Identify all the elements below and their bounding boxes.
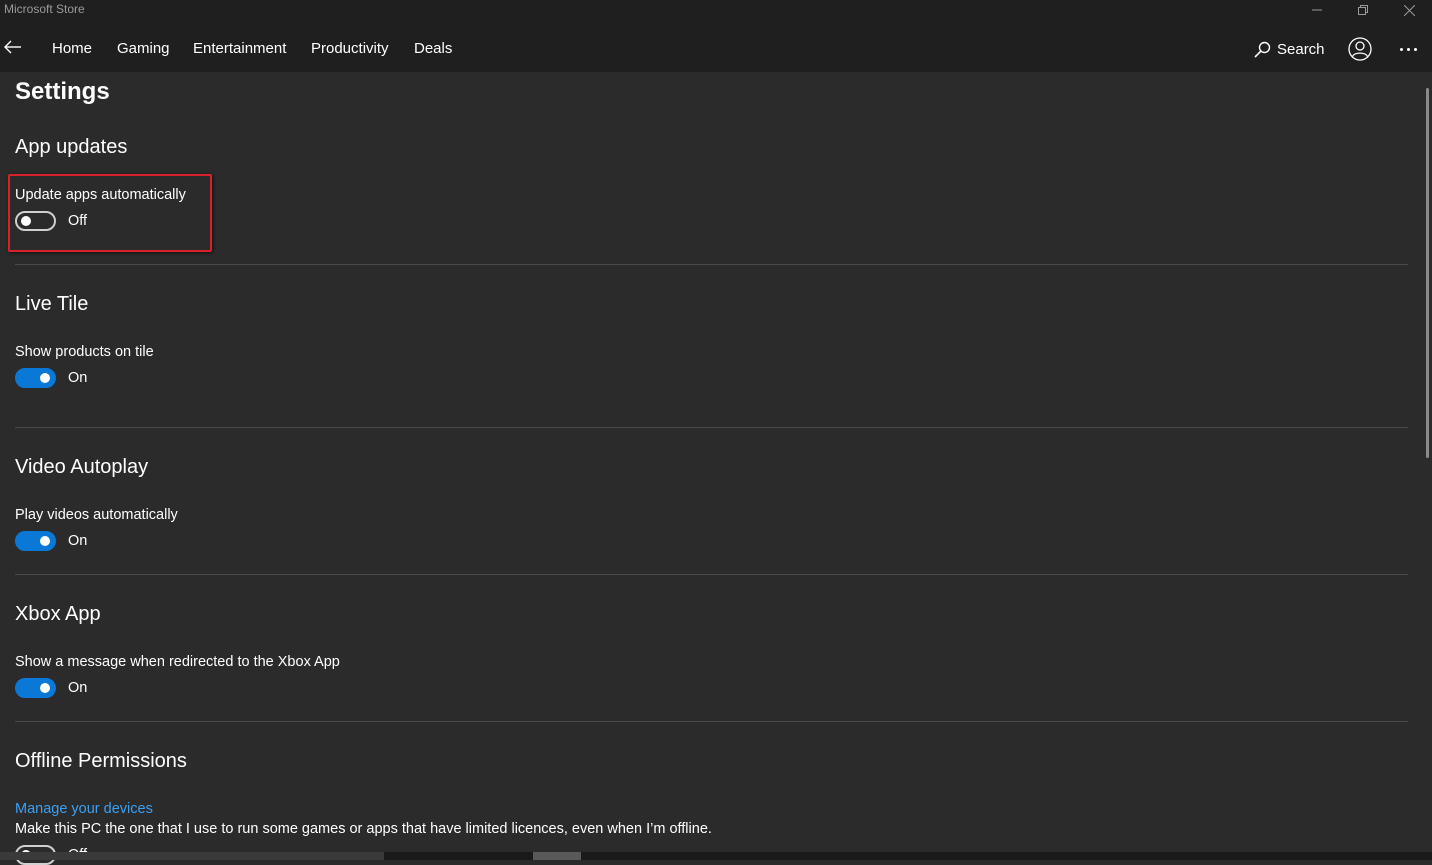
back-button[interactable] — [0, 32, 26, 62]
account-icon — [1348, 37, 1372, 61]
search-label: Search — [1277, 40, 1325, 58]
show-products-toggle[interactable] — [15, 368, 56, 388]
setting-label-xbox-message: Show a message when redirected to the Xb… — [15, 654, 340, 670]
minimize-icon — [1312, 9, 1322, 11]
more-icon — [1399, 47, 1403, 51]
toggle-row-update-apps: Off — [15, 211, 87, 231]
section-title-offline-permissions: Offline Permissions — [15, 750, 187, 772]
bottom-strip — [0, 852, 1432, 860]
bottom-strip-segment — [0, 852, 384, 860]
back-arrow-icon — [4, 40, 21, 54]
section-title-app-updates: App updates — [15, 136, 128, 158]
toggle-state-show-products: On — [68, 370, 88, 386]
search-button[interactable]: Search — [1254, 37, 1325, 61]
vertical-scrollbar[interactable] — [1426, 88, 1429, 458]
toggle-knob — [21, 216, 31, 226]
restore-icon — [1358, 5, 1368, 15]
setting-label-update-apps: Update apps automatically — [15, 187, 186, 203]
close-icon — [1403, 4, 1415, 16]
toggle-state-xbox-message: On — [68, 680, 88, 696]
setting-label-show-products: Show products on tile — [15, 344, 154, 360]
window-title: Microsoft Store — [4, 2, 85, 16]
divider — [15, 264, 1408, 265]
toggle-knob — [40, 536, 50, 546]
section-title-video-autoplay: Video Autoplay — [15, 456, 149, 478]
offline-description: Make this PC the one that I use to run s… — [15, 821, 712, 837]
toggle-state-update-apps: Off — [68, 213, 88, 229]
toggle-row-show-products: On — [15, 368, 87, 388]
toggle-knob — [40, 373, 50, 383]
section-title-xbox-app: Xbox App — [15, 603, 101, 625]
play-videos-toggle[interactable] — [15, 531, 56, 551]
nav-productivity[interactable]: Productivity — [311, 40, 389, 58]
divider — [15, 721, 1408, 722]
divider — [15, 574, 1408, 575]
page-title: Settings — [15, 78, 110, 105]
restore-button[interactable] — [1340, 0, 1386, 20]
update-apps-toggle[interactable] — [15, 211, 56, 231]
toggle-row-xbox-message: On — [15, 678, 87, 698]
setting-label-play-videos: Play videos automatically — [15, 507, 178, 523]
nav-bar: Home Gaming Entertainment Productivity D… — [0, 22, 1432, 72]
bottom-strip-segment — [533, 852, 581, 860]
xbox-message-toggle[interactable] — [15, 678, 56, 698]
close-button[interactable] — [1386, 0, 1432, 20]
nav-home[interactable]: Home — [52, 40, 92, 58]
divider — [15, 427, 1408, 428]
section-title-live-tile: Live Tile — [15, 293, 89, 315]
toggle-state-play-videos: On — [68, 533, 88, 549]
toggle-row-play-videos: On — [15, 531, 87, 551]
account-button[interactable] — [1346, 35, 1374, 63]
nav-deals[interactable]: Deals — [414, 40, 452, 58]
title-bar: Microsoft Store — [0, 0, 1432, 22]
search-icon — [1254, 41, 1271, 58]
nav-gaming[interactable]: Gaming — [117, 40, 170, 58]
toggle-knob — [40, 683, 50, 693]
nav-entertainment[interactable]: Entertainment — [193, 40, 286, 58]
manage-devices-link[interactable]: Manage your devices — [15, 801, 153, 817]
minimize-button[interactable] — [1294, 0, 1340, 20]
more-button[interactable] — [1394, 38, 1422, 60]
